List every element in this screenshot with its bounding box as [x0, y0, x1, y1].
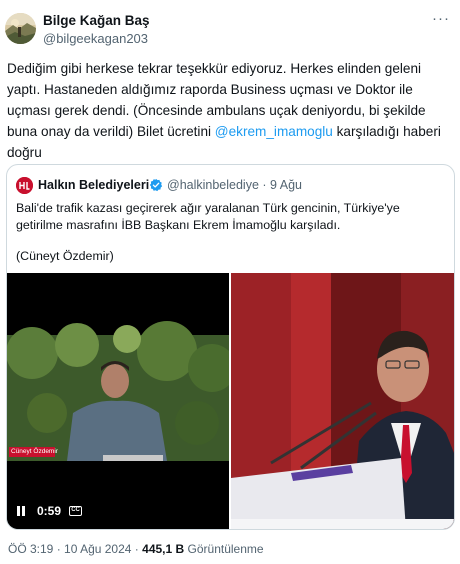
mention-link[interactable]: @ekrem_imamoglu	[215, 124, 333, 139]
author-avatar[interactable]	[5, 13, 36, 44]
verified-badge-icon	[149, 178, 163, 192]
meta-separator: ·	[56, 542, 61, 556]
video-controls: 0:59 CC	[15, 504, 83, 518]
quoted-tweet[interactable]: Halkın Belediyeleri @halkinbelediye · 9 …	[6, 164, 455, 530]
tweet-meta: ÖÖ 3:19 · 10 Ağu 2024 · 445,1 B Görüntül…	[8, 542, 264, 556]
video-duration: 0:59	[37, 504, 62, 518]
tweet-text: Dediğim gibi herkese tekrar teşekkür edi…	[7, 58, 453, 163]
quoted-photo[interactable]	[231, 273, 454, 529]
author-handle[interactable]: @bilgeekagan203	[43, 31, 148, 46]
tweet-date[interactable]: 10 Ağu 2024	[64, 542, 131, 556]
view-count: 445,1 B	[142, 542, 185, 556]
quoted-handle-date[interactable]: @halkinbelediye · 9 Ağu	[167, 178, 302, 192]
tweet: Bilge Kağan Baş @bilgeekagan203 ··· Dedi…	[0, 0, 460, 564]
video-caption-badge: Cüneyt Özdemir	[11, 448, 58, 455]
quoted-avatar[interactable]	[16, 177, 33, 194]
view-count-label: Görüntülenme	[187, 542, 264, 556]
photo-image	[231, 273, 454, 529]
author-name[interactable]: Bilge Kağan Baş	[43, 13, 150, 28]
pause-icon[interactable]	[15, 505, 27, 517]
quoted-author-name[interactable]: Halkın Belediyeleri	[38, 178, 149, 192]
tweet-time[interactable]: ÖÖ 3:19	[8, 542, 53, 556]
captions-icon[interactable]: CC	[69, 506, 83, 516]
meta-separator: ·	[134, 542, 139, 556]
quoted-text: Bali'de trafik kazası geçirerek ağır yar…	[16, 201, 400, 232]
more-horizontal-icon[interactable]: ···	[430, 11, 452, 28]
quoted-media: Cüneyt Özdemir 0:59 CC	[7, 273, 454, 529]
video-frame	[7, 273, 229, 529]
video-player[interactable]: Cüneyt Özdemir 0:59 CC	[7, 273, 229, 529]
quoted-credit: (Cüneyt Özdemir)	[16, 249, 114, 263]
